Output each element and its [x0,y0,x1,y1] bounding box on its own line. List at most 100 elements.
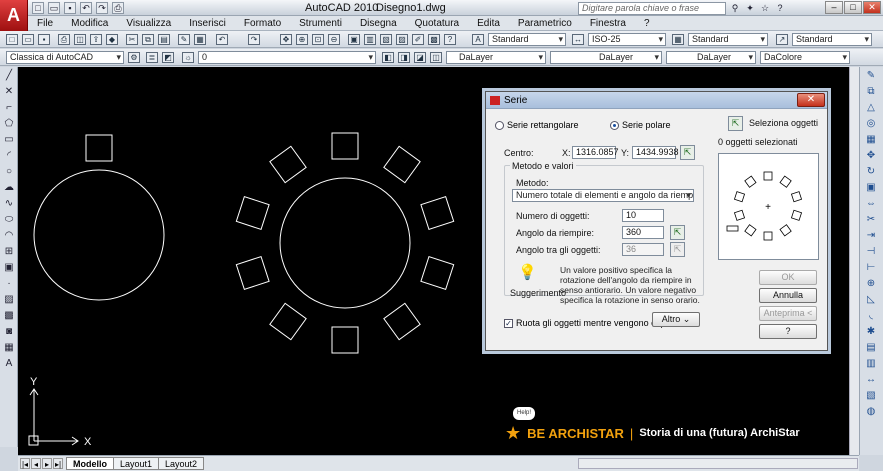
help-icon[interactable]: ? [444,34,456,45]
zoom-realtime-icon[interactable]: ⊕ [296,34,308,45]
menu-inserisci[interactable]: Inserisci [180,18,235,29]
next-tab-icon[interactable]: ▸ [42,458,52,469]
quickcalc-icon[interactable]: ▩ [428,34,440,45]
method-select[interactable]: Numero totale di elementi e angolo da ri… [512,189,694,202]
more-button[interactable]: Altro ⌄ [652,312,700,327]
help-search-input[interactable]: Digitare parola chiave o frase [578,2,726,15]
cancel-button[interactable]: Annulla [759,288,817,303]
close-icon[interactable]: ✕ [863,1,881,14]
make-current-icon[interactable]: ◧ [382,52,394,63]
make-block-icon[interactable]: ▣ [2,261,16,275]
color-select[interactable]: DaLayer [446,51,546,64]
pick-angle-fill-button[interactable]: ⇱ [670,225,685,240]
binoculars-icon[interactable]: ⚲ [729,2,741,14]
erase-icon[interactable]: ✎ [864,69,878,83]
design-center-icon[interactable]: ▥ [364,34,376,45]
menu-finestra[interactable]: Finestra [581,18,635,29]
break-icon[interactable]: ⊢ [864,261,878,275]
communication-center-icon[interactable]: ✦ [744,2,756,14]
view-icon[interactable]: ▧ [864,389,878,403]
ellipse-arc-icon[interactable]: ◠ [2,229,16,243]
center-y-input[interactable]: 1434.9938 [632,146,679,159]
explode-icon[interactable]: ✱ [864,325,878,339]
array-icon[interactable]: ▦ [864,133,878,147]
radio-rectangular-array[interactable]: Serie rettangolare [495,120,579,130]
layer-tools-icon[interactable]: ▥ [864,357,878,371]
tool-palettes-icon[interactable]: ▧ [380,34,392,45]
circle-icon[interactable]: ○ [2,165,16,179]
lightbulb-icon[interactable]: ☼ [182,52,194,63]
save-icon[interactable]: ▪ [64,2,76,14]
undo-icon[interactable]: ↶ [80,2,92,14]
layer-select[interactable]: 0 [198,51,376,64]
markup-icon[interactable]: ✐ [412,34,424,45]
region-icon[interactable]: ◙ [2,325,16,339]
help-button[interactable]: ? [759,324,817,339]
draw-order-icon[interactable]: ▤ [864,341,878,355]
dialog-close-button[interactable]: ✕ [797,93,825,107]
layer-off-icon[interactable]: ◫ [430,52,442,63]
extend-icon[interactable]: ⇥ [864,229,878,243]
offset-icon[interactable]: ◎ [864,117,878,131]
menu-edita[interactable]: Edita [468,18,509,29]
layer-state-icon[interactable]: ◩ [162,52,174,63]
text-style-select[interactable]: Standard [488,33,566,46]
plot-icon[interactable]: ⎙ [112,2,124,14]
previous-tab-icon[interactable]: ◂ [31,458,41,469]
open-icon[interactable]: ▭ [48,2,60,14]
arc-icon[interactable]: ◜ [2,149,16,163]
save-icon[interactable]: ▪ [38,34,50,45]
polyline-icon[interactable]: ⌐ [2,101,16,115]
menu-strumenti[interactable]: Strumenti [290,18,351,29]
help-icon[interactable]: ? [774,2,786,14]
insert-block-icon[interactable]: ⊞ [2,245,16,259]
pan-icon[interactable]: ✥ [280,34,292,45]
menu-formato[interactable]: Formato [235,18,290,29]
favorites-icon[interactable]: ☆ [759,2,771,14]
gear-icon[interactable]: ⚙ [128,52,140,63]
menu-file[interactable]: File [28,18,62,29]
dim-style-select[interactable]: ISO-25 [588,33,666,46]
menu-parametrico[interactable]: Parametrico [509,18,581,29]
trim-icon[interactable]: ✂ [864,213,878,227]
publish-icon[interactable]: ⇪ [90,34,102,45]
copy-icon[interactable]: ⧉ [864,85,878,99]
line-icon[interactable]: ╱ [2,69,16,83]
match-properties-icon[interactable]: ✎ [178,34,190,45]
redo-icon[interactable]: ↷ [248,34,260,45]
pick-center-button[interactable]: ⇱ [680,145,695,160]
multileader-style-select[interactable]: Standard [792,33,872,46]
rectangle-icon[interactable]: ▭ [2,133,16,147]
mirror-icon[interactable]: △ [864,101,878,115]
layer-properties-icon[interactable]: ≣ [146,52,158,63]
construction-line-icon[interactable]: ✕ [2,85,16,99]
preview-button[interactable]: Anteprima < [759,306,817,321]
3d-dwf-icon[interactable]: ◆ [106,34,118,45]
plot-style-select[interactable]: DaColore [760,51,850,64]
point-icon[interactable]: · [2,277,16,291]
workspace-select[interactable]: Classica di AutoCAD [6,51,124,64]
num-items-input[interactable]: 10 [622,209,664,222]
vertical-scrollbar[interactable] [849,67,859,455]
new-icon[interactable]: □ [32,2,44,14]
cut-icon[interactable]: ✂ [126,34,138,45]
chamfer-icon[interactable]: ◺ [864,293,878,307]
tab-layout1[interactable]: Layout1 [113,457,160,470]
redo-icon[interactable]: ↷ [96,2,108,14]
select-objects-button[interactable]: ⇱ [728,116,743,131]
menu-modifica[interactable]: Modifica [62,18,117,29]
paste-icon[interactable]: ▤ [158,34,170,45]
zoom-previous-icon[interactable]: ⊖ [328,34,340,45]
menu-help[interactable]: ? [635,18,659,29]
polygon-icon[interactable]: ⬠ [2,117,16,131]
tab-layout2[interactable]: Layout2 [158,457,205,470]
menu-disegna[interactable]: Disegna [351,18,406,29]
autocad-logo[interactable]: A [0,0,28,31]
table-style-select[interactable]: Standard [688,33,768,46]
move-icon[interactable]: ✥ [864,149,878,163]
lineweight-select[interactable]: DaLayer [666,51,756,64]
ellipse-icon[interactable]: ⬭ [2,213,16,227]
new-icon[interactable]: □ [6,34,18,45]
fillet-icon[interactable]: ◟ [864,309,878,323]
linetype-select[interactable]: DaLayer [550,51,662,64]
